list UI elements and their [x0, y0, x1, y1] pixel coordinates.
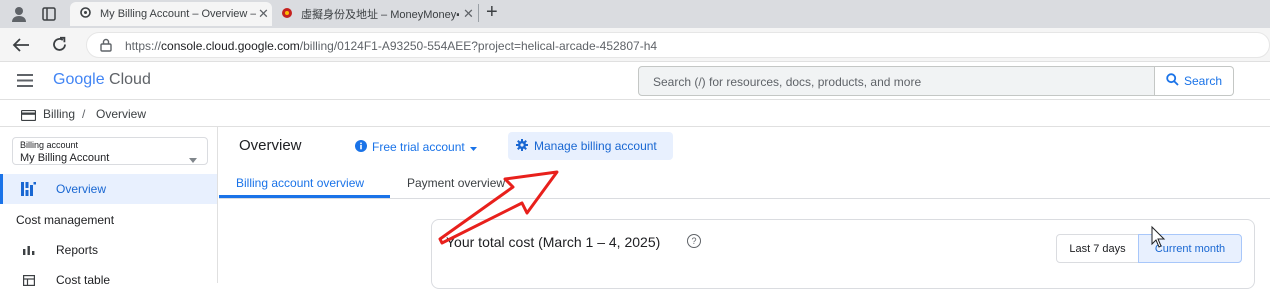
tab-actions-icon[interactable]: [42, 7, 56, 26]
tab-payment-overview[interactable]: Payment overview: [407, 176, 505, 190]
free-trial-account-button[interactable]: Free trial account: [355, 136, 477, 158]
sidebar-item-overview[interactable]: Overview: [0, 174, 217, 204]
billing-account-value: My Billing Account: [20, 152, 110, 164]
main-content: Overview Free trial account Manage billi…: [219, 127, 1270, 289]
reload-icon[interactable]: [51, 36, 68, 58]
sidebar-item-label: Cost table: [56, 273, 111, 287]
tab-title: My Billing Account – Overview – I: [100, 8, 256, 20]
close-tab-icon[interactable]: ✕: [258, 6, 269, 22]
gear-favicon-icon: [79, 6, 92, 22]
logo-google: Google: [53, 71, 105, 88]
dropdown-caret-icon: [469, 140, 477, 154]
new-tab-button[interactable]: +: [486, 1, 498, 24]
sidebar-item-reports[interactable]: Reports: [0, 234, 217, 264]
billing-account-select[interactable]: Billing account My Billing Account: [12, 137, 208, 165]
url-path: /billing/0124F1-A93250-554AEE?project=he…: [299, 39, 658, 53]
dropdown-caret-icon: [189, 150, 197, 168]
search-placeholder: Search (/) for resources, docs, products…: [653, 75, 922, 89]
url-host: console.cloud.google.com: [161, 39, 300, 53]
url-input[interactable]: https://console.cloud.google.com/billing…: [86, 32, 1270, 58]
page-title: Overview: [239, 137, 302, 154]
sidebar-item-label: Overview: [56, 182, 107, 196]
browser-tab-billing[interactable]: My Billing Account – Overview – I ✕: [70, 2, 272, 26]
search-icon: [1166, 73, 1179, 89]
breadcrumb: Billing / Overview: [0, 101, 1270, 127]
tab-billing-account-overview[interactable]: Billing account overview: [236, 176, 364, 190]
search-button-label: Search: [1183, 74, 1223, 88]
search-button[interactable]: Search: [1155, 66, 1234, 96]
breadcrumb-billing[interactable]: Billing: [43, 107, 75, 121]
url-text: https://console.cloud.google.com/billing…: [125, 39, 657, 53]
billing-card-icon: [20, 108, 37, 126]
back-arrow-icon[interactable]: [12, 37, 30, 58]
profile-icon[interactable]: [10, 5, 28, 28]
console-header: Google Cloud Search (/) for resources, d…: [0, 62, 1270, 100]
active-tab-indicator: [219, 195, 390, 198]
sidebar-item-label: Reports: [56, 243, 99, 257]
manage-billing-label: Manage billing account: [534, 139, 657, 153]
site-favicon-icon: [281, 7, 293, 22]
google-cloud-logo[interactable]: Google Cloud: [53, 71, 151, 89]
total-cost-heading: Your total cost (March 1 – 4, 2025): [446, 234, 661, 250]
browser-tab-moneymoney[interactable]: 虛擬身份及地址 – MoneyMoney▪ ✕: [276, 2, 476, 26]
current-month-button[interactable]: Current month: [1138, 234, 1242, 263]
total-cost-card: Your total cost (March 1 – 4, 2025) ? La…: [431, 219, 1255, 289]
hamburger-menu-icon[interactable]: [17, 74, 33, 92]
tab-title: 虛擬身份及地址 – MoneyMoney▪: [301, 9, 459, 21]
info-icon: [355, 139, 367, 155]
help-icon[interactable]: ?: [687, 234, 701, 248]
table-icon: [23, 275, 36, 289]
free-trial-label: Free trial account: [372, 140, 465, 154]
overview-tabs: Billing account overview Payment overvie…: [219, 167, 1270, 199]
breadcrumb-overview: Overview: [96, 107, 147, 121]
search-input[interactable]: Search (/) for resources, docs, products…: [638, 66, 1155, 96]
address-bar-row: https://console.cloud.google.com/billing…: [0, 28, 1270, 62]
breadcrumb-separator: /: [82, 107, 86, 121]
active-indicator: [0, 174, 3, 204]
section-heading-cost-management: Cost management: [16, 213, 115, 227]
sidebar-item-cost-table[interactable]: Cost table: [0, 264, 217, 294]
url-prefix: https://: [125, 39, 162, 53]
logo-cloud: Cloud: [109, 71, 151, 88]
close-tab-icon[interactable]: ✕: [463, 6, 474, 22]
manage-billing-account-button[interactable]: Manage billing account: [508, 132, 673, 160]
dashboard-icon: [21, 182, 36, 199]
page-header: Overview Free trial account Manage billi…: [219, 127, 1270, 167]
bar-chart-icon: [23, 244, 35, 258]
gear-icon: [516, 138, 528, 154]
browser-tab-bar: My Billing Account – Overview – I ✕ 虛擬身份…: [0, 0, 1270, 28]
billing-account-label: Billing account: [20, 140, 79, 150]
tab-divider: [478, 4, 479, 22]
site-info-icon[interactable]: [99, 38, 113, 57]
last-7-days-button[interactable]: Last 7 days: [1056, 234, 1139, 263]
sidebar: Billing account My Billing Account Overv…: [0, 127, 218, 287]
